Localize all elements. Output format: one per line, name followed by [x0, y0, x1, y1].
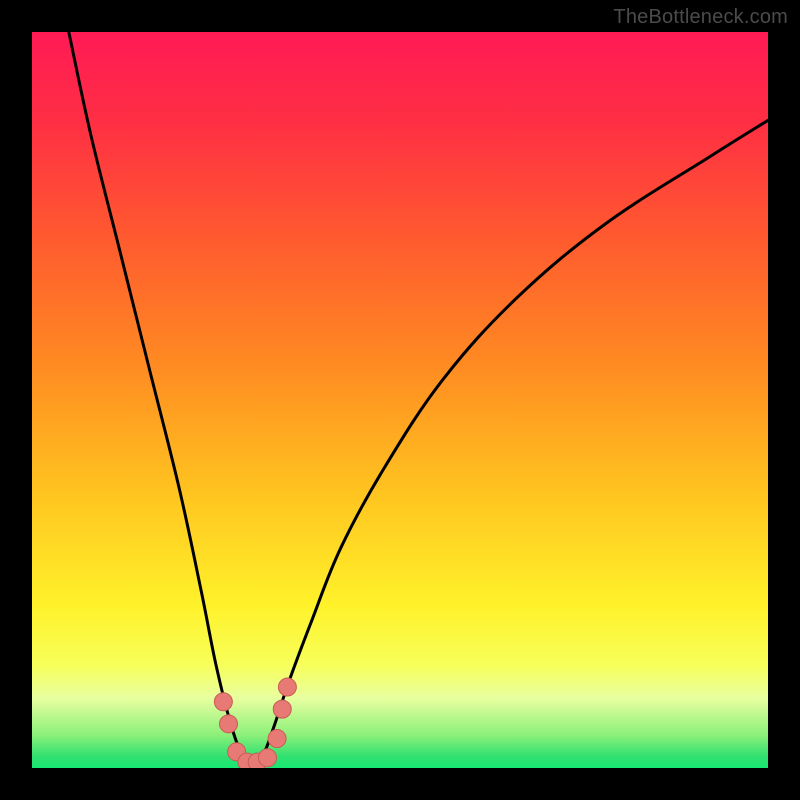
trough-marker — [268, 730, 286, 748]
watermark-text: TheBottleneck.com — [613, 6, 788, 29]
trough-marker — [214, 693, 232, 711]
plot-area — [32, 32, 768, 768]
trough-marker — [259, 749, 277, 767]
trough-marker — [220, 715, 238, 733]
trough-marker — [278, 678, 296, 696]
curve-layer — [32, 32, 768, 768]
chart-frame: TheBottleneck.com — [0, 0, 800, 800]
trough-markers — [214, 678, 296, 768]
bottleneck-curve — [69, 32, 768, 764]
trough-marker — [273, 700, 291, 718]
